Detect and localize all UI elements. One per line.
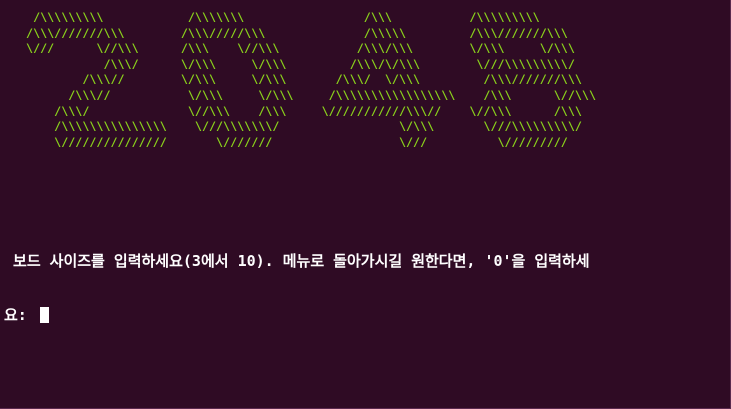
terminal-window[interactable]: /\\\\\\\\\ /\\\\\\\ /\\\ /\\\\\\\\\ /\\\… bbox=[0, 0, 731, 409]
text-cursor[interactable] bbox=[39, 307, 49, 323]
ascii-logo-2048: /\\\\\\\\\ /\\\\\\\ /\\\ /\\\\\\\\\ /\\\… bbox=[26, 10, 596, 149]
prompt-text-line-2[interactable]: 요: bbox=[4, 306, 726, 324]
prompt-text-line-2-label: 요: bbox=[4, 306, 36, 324]
prompt-text-line-1: 보드 사이즈를 입력하세요(3에서 10). 메뉴로 돌아가시길 원한다면, '… bbox=[4, 252, 590, 270]
board-size-prompt: 보드 사이즈를 입력하세요(3에서 10). 메뉴로 돌아가시길 원한다면, '… bbox=[4, 216, 726, 360]
